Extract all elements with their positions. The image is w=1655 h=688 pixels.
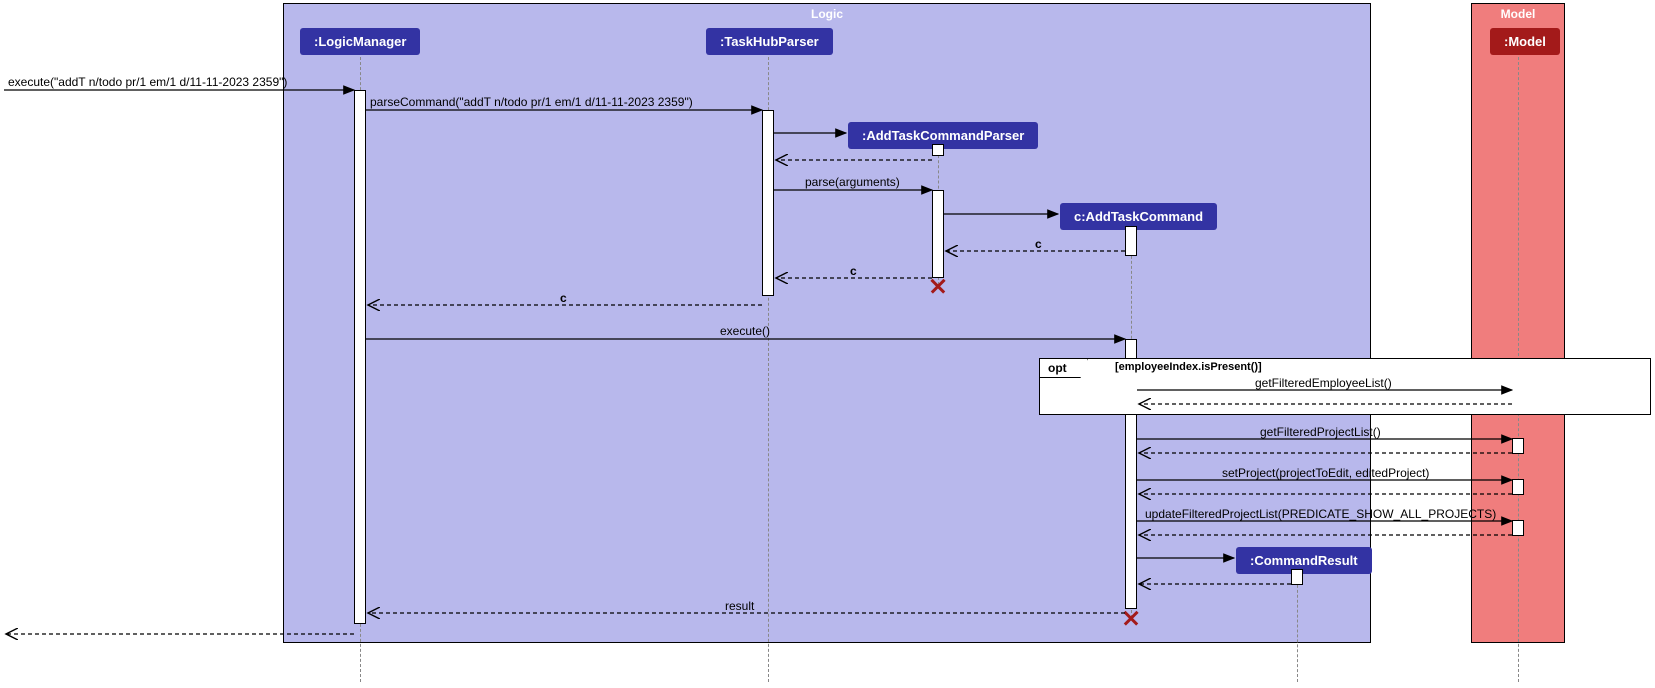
destroy-addtaskcommandparser bbox=[929, 277, 947, 295]
msg-returnC3: c bbox=[560, 291, 567, 305]
model-head: :Model bbox=[1490, 28, 1560, 55]
msg-getFilteredEmployeeList: getFilteredEmployeeList() bbox=[1255, 376, 1392, 390]
logic-manager-head: :LogicManager bbox=[300, 28, 420, 55]
opt-guard: [employeeIndex.isPresent()] bbox=[1115, 361, 1262, 373]
act-commandresult bbox=[1291, 569, 1303, 585]
msg-getFilteredProjectList: getFilteredProjectList() bbox=[1260, 425, 1381, 439]
addtaskcommand-head: c:AddTaskCommand bbox=[1060, 203, 1217, 230]
taskhub-parser-head: :TaskHubParser bbox=[706, 28, 833, 55]
act-addtaskcommandparser-2 bbox=[932, 190, 944, 278]
sequence-diagram: { "frames": { "logic": { "title": "Logic… bbox=[0, 0, 1655, 688]
lifeline-commandresult bbox=[1297, 570, 1298, 682]
msg-setProject: setProject(projectToEdit, editedProject) bbox=[1222, 466, 1429, 480]
msg-updateFilteredProjectList: updateFilteredProjectList(PREDICATE_SHOW… bbox=[1145, 507, 1496, 521]
act-taskhub-parser bbox=[762, 110, 774, 296]
commandresult-head: :CommandResult bbox=[1236, 547, 1372, 574]
act-logic-manager bbox=[354, 90, 366, 624]
act-model-set bbox=[1512, 479, 1524, 495]
msg-result: result bbox=[725, 599, 754, 613]
msg-returnC1: c bbox=[1035, 237, 1042, 251]
msg-parseCommand: parseCommand("addT n/todo pr/1 em/1 d/11… bbox=[370, 95, 693, 109]
act-addtaskcommandparser-1 bbox=[932, 144, 944, 156]
act-model-update bbox=[1512, 520, 1524, 536]
logic-frame-title: Logic bbox=[811, 7, 843, 21]
msg-returnC2: c bbox=[850, 264, 857, 278]
act-model-proj bbox=[1512, 438, 1524, 454]
destroy-addtaskcommand bbox=[1122, 609, 1140, 627]
act-addtaskcommand-1 bbox=[1125, 226, 1137, 256]
msg-execute1: execute("addT n/todo pr/1 em/1 d/11-11-2… bbox=[8, 75, 287, 89]
model-frame-title: Model bbox=[1501, 7, 1536, 21]
opt-label: opt bbox=[1040, 359, 1088, 378]
msg-parseArgs: parse(arguments) bbox=[805, 175, 900, 189]
msg-execute2: execute() bbox=[720, 324, 770, 338]
